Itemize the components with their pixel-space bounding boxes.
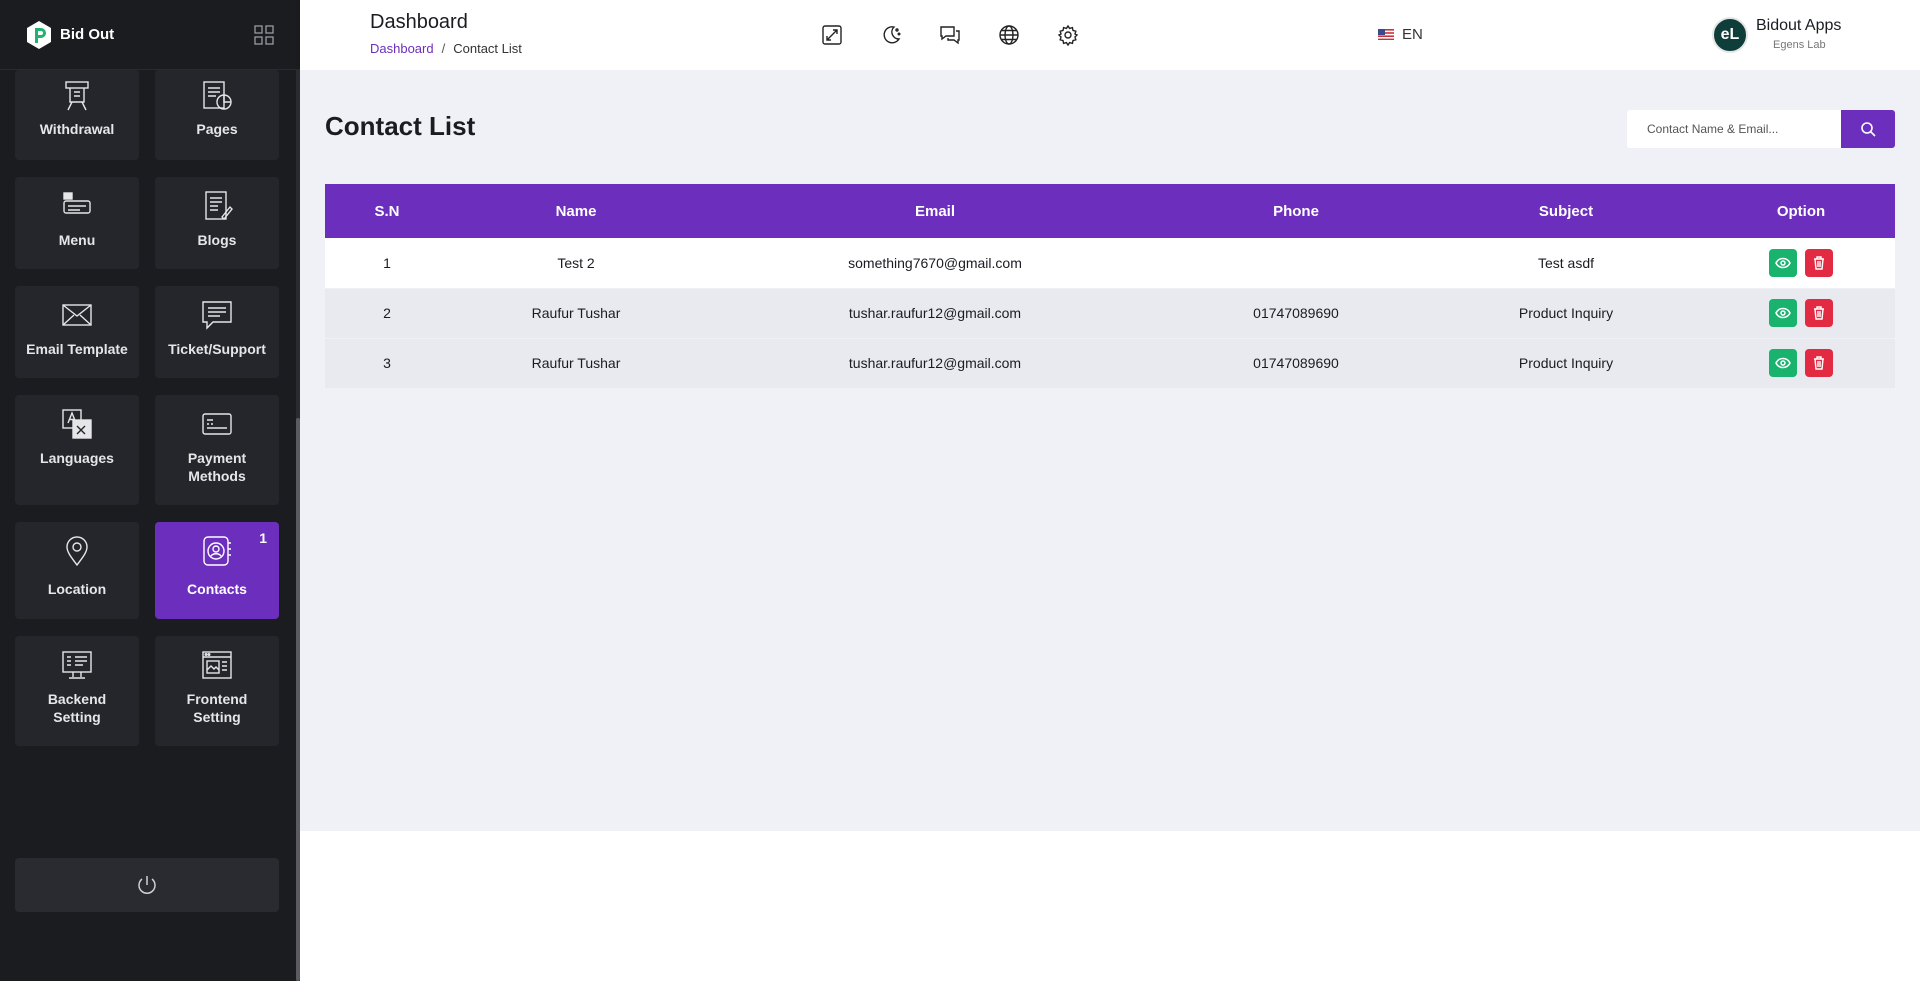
- pages-icon: [203, 81, 232, 110]
- table-header-row: S.N Name Email Phone Subject Option: [325, 184, 1895, 238]
- view-button[interactable]: [1769, 299, 1797, 327]
- cell-options: [1707, 338, 1895, 389]
- withdrawal-icon: [65, 81, 89, 111]
- sidebar-item-ticket-support[interactable]: Ticket/Support: [155, 286, 279, 378]
- cell-sn: 1: [325, 238, 449, 289]
- cell-subject: Product Inquiry: [1425, 288, 1707, 339]
- menu-icon: [63, 192, 91, 214]
- dark-mode-icon[interactable]: [880, 24, 902, 46]
- search-button[interactable]: [1841, 110, 1895, 148]
- breadcrumb: Dashboard / Contact List: [370, 41, 522, 56]
- delete-button[interactable]: [1805, 299, 1833, 327]
- cell-name: Raufur Tushar: [449, 338, 703, 389]
- view-button[interactable]: [1769, 248, 1797, 277]
- brand-name[interactable]: Bid Out: [60, 26, 114, 43]
- breadcrumb-separator: /: [441, 41, 446, 56]
- payment-icon: [202, 413, 232, 435]
- sidebar-item-email-template[interactable]: Email Template: [15, 286, 139, 378]
- page-title: Dashboard: [370, 11, 468, 33]
- cell-subject: Product Inquiry: [1425, 338, 1707, 389]
- sidebar-item-blogs[interactable]: Blogs: [155, 177, 279, 269]
- sidebar: Bid Out Withdrawal Pages Menu Blogs Emai…: [0, 0, 300, 981]
- sidebar-item-withdrawal[interactable]: Withdrawal: [15, 70, 139, 160]
- eye-icon: [1775, 257, 1791, 268]
- trash-icon: [1814, 256, 1824, 270]
- gear-icon[interactable]: [1057, 24, 1079, 46]
- power-icon: [138, 876, 156, 894]
- contacts-table: S.N Name Email Phone Subject Option 1 Te…: [325, 184, 1895, 389]
- sidebar-item-pages[interactable]: Pages: [155, 70, 279, 160]
- column-header-subject: Subject: [1425, 184, 1707, 238]
- blogs-icon: [205, 191, 233, 221]
- search-icon: [1861, 122, 1876, 137]
- cell-email: tushar.raufur12@gmail.com: [703, 338, 1167, 389]
- cell-sn: 2: [325, 288, 449, 339]
- cell-phone: 01747089690: [1167, 338, 1425, 389]
- table-row: 3 Raufur Tushar tushar.raufur12@gmail.co…: [325, 338, 1895, 389]
- main-content: Contact List S.N Name Email Phone Subjec…: [300, 70, 1920, 831]
- user-name[interactable]: Bidout Apps: [1756, 17, 1841, 35]
- cell-email: something7670@gmail.com: [703, 238, 1167, 289]
- delete-button[interactable]: [1805, 248, 1833, 277]
- contacts-icon: [203, 536, 231, 566]
- cell-phone: 01747089690: [1167, 288, 1425, 339]
- language-label: EN: [1402, 26, 1423, 43]
- grid-icon[interactable]: [254, 25, 274, 45]
- sidebar-item-location[interactable]: Location: [15, 522, 139, 619]
- breadcrumb-current: Contact List: [453, 41, 522, 56]
- column-header-name: Name: [449, 184, 703, 238]
- search-input[interactable]: [1627, 110, 1841, 148]
- sidebar-item-backend-setting[interactable]: Backend Setting: [15, 636, 139, 746]
- ticket-icon: [202, 301, 232, 330]
- trash-icon: [1814, 356, 1824, 370]
- section-title: Contact List: [325, 111, 476, 141]
- column-header-option: Option: [1707, 184, 1895, 238]
- logout-button[interactable]: [15, 858, 279, 912]
- language-selector[interactable]: EN: [1378, 26, 1423, 43]
- cell-options: [1707, 288, 1895, 339]
- view-button[interactable]: [1769, 349, 1797, 377]
- us-flag-icon: [1378, 29, 1394, 40]
- trash-icon: [1814, 306, 1824, 320]
- cell-name: Test 2: [449, 238, 703, 289]
- cell-subject: Test asdf: [1425, 238, 1707, 289]
- location-icon: [66, 536, 88, 567]
- cell-phone: [1167, 238, 1425, 289]
- eye-icon: [1775, 357, 1791, 369]
- header: Dashboard Dashboard / Contact List EN eL B…: [300, 0, 1920, 70]
- cell-sn: 3: [325, 338, 449, 389]
- cell-options: [1707, 238, 1895, 289]
- table-row: 2 Raufur Tushar tushar.raufur12@gmail.co…: [325, 288, 1895, 339]
- breadcrumb-home-link[interactable]: Dashboard: [370, 41, 434, 56]
- avatar[interactable]: eL: [1712, 17, 1748, 53]
- column-header-email: Email: [703, 184, 1167, 238]
- brand-logo-icon[interactable]: [25, 20, 53, 50]
- cell-name: Raufur Tushar: [449, 288, 703, 339]
- chat-icon[interactable]: [939, 24, 961, 46]
- languages-icon: [62, 409, 92, 439]
- brand: Bid Out: [0, 0, 300, 70]
- email-icon: [62, 304, 92, 326]
- user-org: Egens Lab: [1773, 39, 1826, 51]
- column-header-phone: Phone: [1167, 184, 1425, 238]
- column-header-sn: S.N: [325, 184, 449, 238]
- eye-icon: [1775, 307, 1791, 319]
- fullscreen-icon[interactable]: [821, 24, 843, 46]
- table-row: 1 Test 2 something7670@gmail.com Test as…: [325, 238, 1895, 289]
- cell-email: tushar.raufur12@gmail.com: [703, 288, 1167, 339]
- sidebar-item-menu[interactable]: Menu: [15, 177, 139, 269]
- sidebar-item-payment-methods[interactable]: Payment Methods: [155, 395, 279, 505]
- contacts-badge: 1: [259, 530, 267, 546]
- frontend-setting-icon: [202, 651, 232, 679]
- globe-icon[interactable]: [998, 24, 1020, 46]
- backend-setting-icon: [62, 651, 92, 679]
- sidebar-item-languages[interactable]: Languages: [15, 395, 139, 505]
- delete-button[interactable]: [1805, 349, 1833, 377]
- sidebar-item-frontend-setting[interactable]: Frontend Setting: [155, 636, 279, 746]
- sidebar-item-contacts[interactable]: 1 Contacts: [155, 522, 279, 619]
